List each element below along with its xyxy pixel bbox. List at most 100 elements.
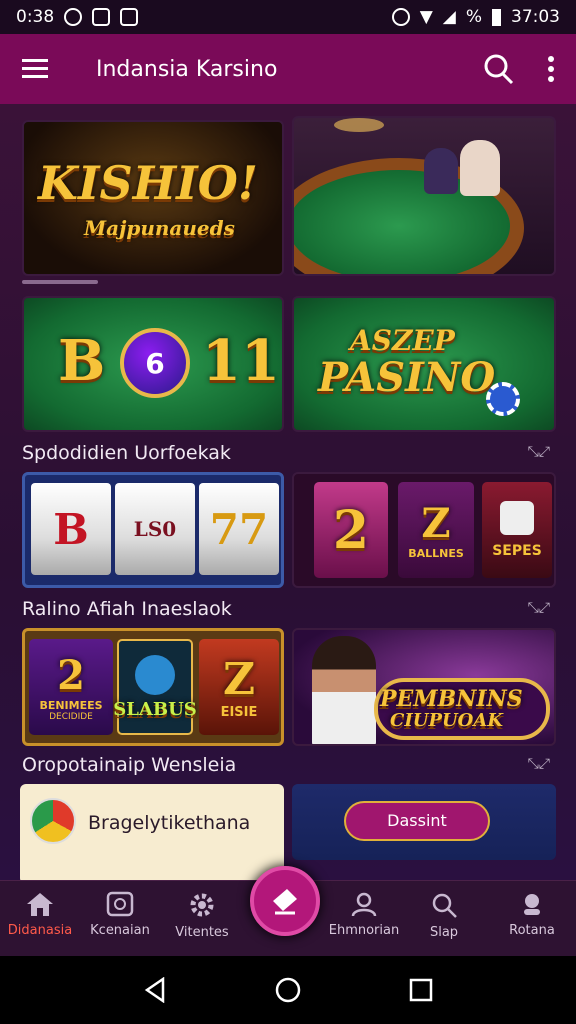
scroll-indicator bbox=[22, 280, 98, 284]
status-time: 0:38 bbox=[16, 7, 55, 27]
gear-icon bbox=[190, 893, 214, 917]
game-tile-1-num: 2 bbox=[57, 652, 85, 699]
search-icon bbox=[432, 893, 457, 918]
reel-2: LS0 bbox=[115, 483, 195, 575]
signal-icon: ◢ bbox=[442, 7, 456, 27]
game-tile-1[interactable]: 2 BENIMEES DECIDIDE bbox=[29, 639, 113, 735]
dice-icon bbox=[500, 501, 534, 535]
nav-home-label: Didanasia bbox=[7, 923, 73, 938]
casino-icon bbox=[106, 891, 134, 917]
status-bar: 0:38 ▼ ◢ % 37:03 bbox=[0, 0, 576, 34]
section-title-2: Ralino Afiah Inaeslaok bbox=[22, 598, 232, 620]
wifi-icon: ▼ bbox=[419, 7, 433, 27]
game-tile-1-label: BENIMEES bbox=[39, 699, 103, 712]
reel-1: B bbox=[31, 483, 111, 575]
nav-account-label: Rotana bbox=[509, 923, 555, 938]
section-title-3: Oropotainaip Wensleia bbox=[22, 754, 237, 776]
system-navigation bbox=[0, 956, 576, 1024]
slot-tile-1[interactable]: 2 bbox=[314, 482, 388, 578]
app-notification-icon bbox=[92, 8, 111, 26]
banner-aszep-pasino[interactable]: ASZEP PASINO bbox=[292, 296, 556, 432]
nav-events-label: Vitentes bbox=[175, 925, 229, 940]
player-1 bbox=[424, 148, 458, 194]
nav-search-label: Slap bbox=[429, 925, 459, 940]
pool-ball-number: 6 bbox=[145, 346, 165, 380]
pool-ball: 6 bbox=[120, 328, 190, 398]
ticket-icon bbox=[273, 889, 297, 915]
promo-line2: CIUPUOAK bbox=[390, 710, 503, 731]
game-tile-3[interactable]: Z EISIE bbox=[199, 639, 279, 735]
slot-machine-card[interactable]: B LS0 77 bbox=[22, 472, 284, 588]
game-tile-2[interactable]: SLABUS bbox=[113, 639, 197, 735]
user-icon bbox=[351, 892, 377, 917]
info-card-text: Bragelytikethana bbox=[88, 812, 251, 834]
notification-icon bbox=[64, 8, 83, 26]
nav-account[interactable]: Rotana bbox=[492, 891, 572, 938]
info-card[interactable]: Bragelytikethana bbox=[20, 784, 284, 880]
lamp bbox=[334, 118, 384, 132]
banner-subtitle: Majpunaueds bbox=[84, 216, 235, 240]
expand-icon[interactable]: ⤡⤢ bbox=[528, 444, 550, 460]
game-tile-2-label: SLABUS bbox=[113, 698, 197, 720]
chip-icon bbox=[486, 382, 520, 416]
promo-banner[interactable]: PEMBNINS CIUPUOAK bbox=[292, 628, 556, 746]
photo-notification-icon bbox=[120, 8, 139, 26]
reel-1-symbol: B bbox=[53, 504, 89, 554]
expand-icon[interactable]: ⤡⤢ bbox=[528, 600, 550, 616]
play-fab-button[interactable] bbox=[250, 866, 320, 936]
status-clock: 37:03 bbox=[511, 7, 560, 27]
search-icon[interactable] bbox=[482, 53, 514, 85]
reel-3-symbol: 77 bbox=[209, 504, 269, 554]
slot-tile-1-num: 2 bbox=[332, 499, 370, 561]
banner-b11[interactable]: B 6 11 bbox=[22, 296, 284, 432]
account-icon bbox=[524, 894, 540, 915]
game-tile-3-label: EISIE bbox=[220, 705, 258, 720]
menu-icon[interactable] bbox=[22, 58, 48, 80]
banner-title: KISHIO! bbox=[38, 156, 258, 210]
deposit-button[interactable]: Dassint bbox=[344, 801, 490, 841]
slot-tile-2[interactable]: Z BALLNES bbox=[398, 482, 474, 578]
chrome-logo-icon bbox=[30, 798, 76, 844]
app-title: Indansia Karsino bbox=[96, 56, 278, 82]
banner-poker-table[interactable] bbox=[292, 116, 556, 276]
slot-tiles-card[interactable]: 2 Z BALLNES SEPES bbox=[292, 472, 556, 588]
banner-number: 11 bbox=[202, 328, 280, 394]
slot-tile-2-num: Z bbox=[421, 500, 451, 547]
banner-kishio[interactable]: KISHIO! Majpunaueds bbox=[22, 120, 284, 276]
games-tiles-card[interactable]: 2 BENIMEES DECIDIDE SLABUS Z EISIE bbox=[22, 628, 284, 746]
battery-text: % bbox=[465, 7, 482, 27]
battery-icon bbox=[492, 8, 501, 26]
section-title-1: Spdodidien Uorfoekak bbox=[22, 442, 231, 464]
nav-casino-label: Kcenaian bbox=[90, 923, 150, 938]
banner-line1: ASZEP bbox=[350, 324, 455, 357]
player-2 bbox=[460, 140, 500, 196]
app-bar: Indansia Karsino bbox=[0, 34, 576, 104]
home-icon bbox=[27, 893, 53, 916]
nav-events[interactable]: Vitentes bbox=[162, 891, 242, 940]
reel-3: 77 bbox=[199, 483, 279, 575]
nav-home[interactable]: Didanasia bbox=[0, 891, 80, 938]
promo-line1: PEMBNINS bbox=[380, 686, 523, 712]
nav-profile-label: Ehmnorian bbox=[328, 923, 400, 938]
game-tile-1-sub: DECIDIDE bbox=[49, 712, 93, 722]
nav-search[interactable]: Slap bbox=[404, 891, 484, 940]
lock-icon bbox=[391, 8, 410, 26]
back-icon[interactable] bbox=[143, 977, 167, 1003]
content-area[interactable]: KISHIO! Majpunaueds B 6 11 ASZEP PASINO … bbox=[0, 104, 576, 880]
nav-casino[interactable]: Kcenaian bbox=[80, 891, 160, 938]
slot-tile-2-label: BALLNES bbox=[408, 547, 464, 560]
banner-line2: PASINO bbox=[318, 354, 496, 401]
promo-person bbox=[312, 636, 376, 744]
slot-tile-3-label: SEPES bbox=[492, 543, 542, 559]
home-circle-icon[interactable] bbox=[274, 976, 302, 1004]
action-card[interactable]: Dassint bbox=[292, 784, 556, 860]
reel-2-symbol: LS0 bbox=[133, 517, 177, 541]
expand-icon[interactable]: ⤡⤢ bbox=[528, 756, 550, 772]
more-options-icon[interactable] bbox=[548, 56, 554, 82]
game-tile-2-graphic bbox=[135, 654, 175, 695]
recents-icon[interactable] bbox=[409, 978, 433, 1002]
nav-profile[interactable]: Ehmnorian bbox=[324, 891, 404, 938]
banner-b-letter: B bbox=[58, 328, 106, 394]
game-tile-3-num: Z bbox=[222, 654, 256, 705]
slot-tile-3[interactable]: SEPES bbox=[482, 482, 552, 578]
